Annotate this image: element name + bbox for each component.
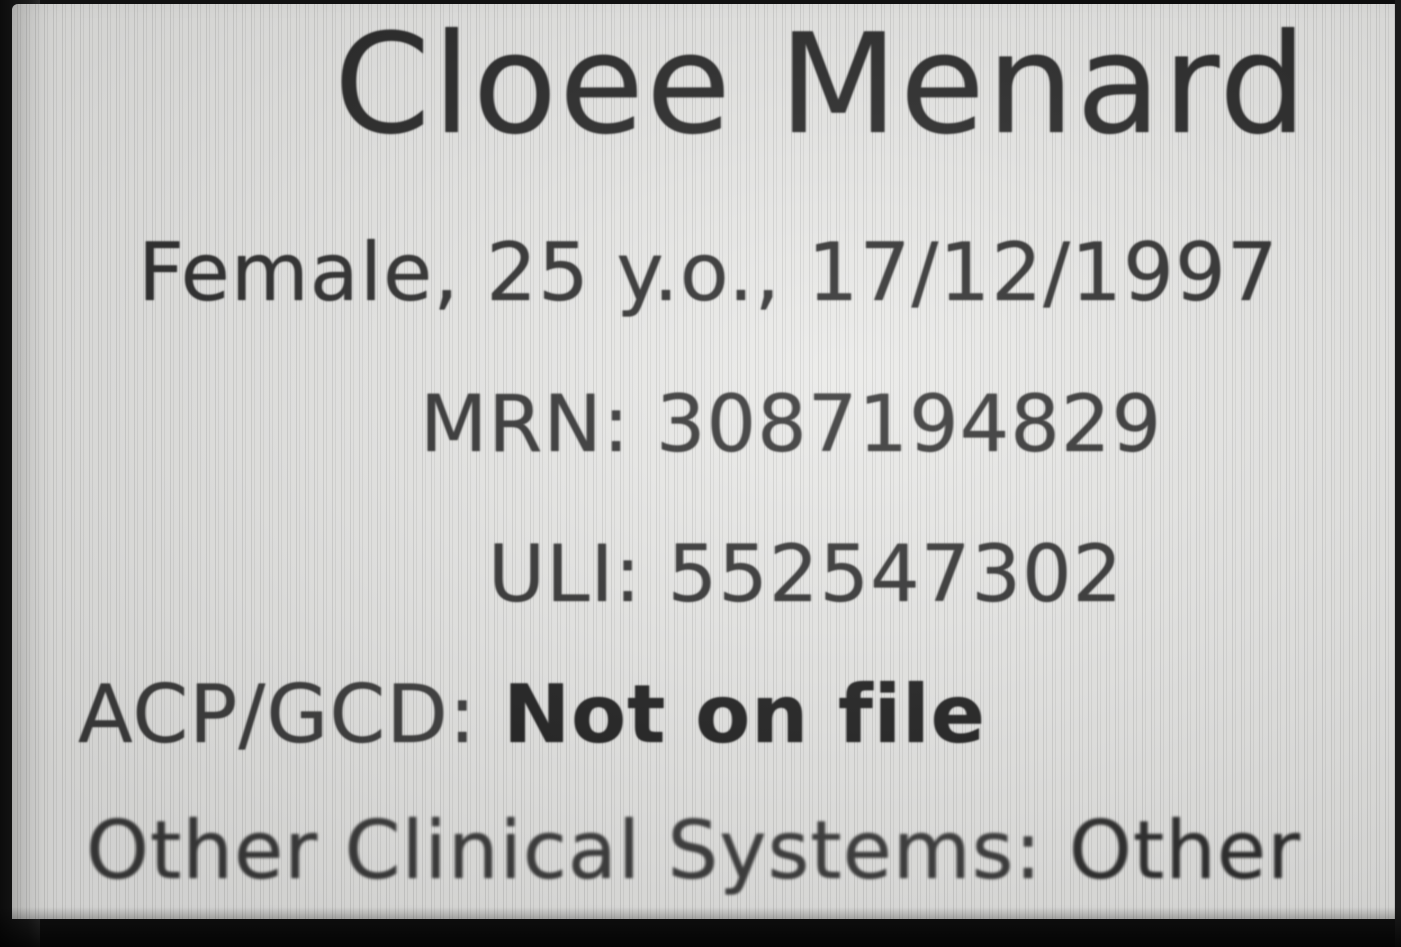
mrn-row: MRN: 3087194829 (420, 380, 1162, 470)
acp-gcd-value[interactable]: Not on file (503, 668, 986, 761)
monitor-bezel-right (1395, 0, 1401, 947)
uli-row: ULI: 552547302 (488, 530, 1123, 620)
acp-gcd-label: ACP/GCD: (78, 668, 477, 761)
other-clinical-systems-row[interactable]: Other Clinical Systems: Other (86, 804, 1301, 897)
patient-header-panel: Cloee Menard Female, 25 y.o., 17/12/1997… (12, 4, 1395, 919)
patient-demographics: Female, 25 y.o., 17/12/1997 (138, 226, 1279, 319)
patient-name: Cloee Menard (334, 4, 1309, 165)
photo-bottom-shadow (0, 907, 1401, 947)
other-clinical-systems-label: Other Clinical Systems: (86, 804, 1043, 897)
mrn-value: 3087194829 (655, 380, 1163, 470)
uli-label: ULI: (488, 530, 642, 620)
acp-gcd-row[interactable]: ACP/GCD: Not on file (78, 668, 986, 761)
other-clinical-systems-value[interactable]: Other (1069, 804, 1301, 897)
uli-value: 552547302 (667, 530, 1124, 620)
mrn-label: MRN: (420, 380, 631, 470)
